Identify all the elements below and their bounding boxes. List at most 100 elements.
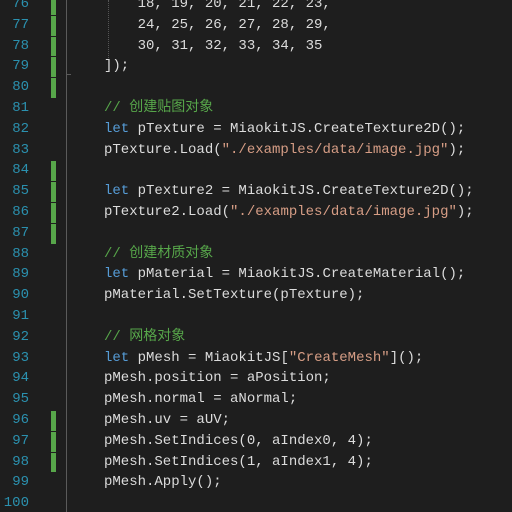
code-text[interactable]: let pMaterial = MiaokitJS.CreateMaterial…	[104, 264, 465, 285]
comment-token: // 创建材质对象	[104, 245, 214, 262]
line-number: 97	[12, 432, 29, 449]
code-token: ]);	[104, 58, 130, 75]
line-number: 77	[12, 16, 29, 33]
code-token: pMesh.SetIndices(0, aIndex0, 4);	[104, 432, 373, 449]
line-number: 87	[12, 224, 29, 241]
code-token: pMesh.normal = aNormal;	[104, 391, 298, 408]
code-token: pMesh.position = aPosition;	[104, 370, 331, 387]
line-number: 90	[12, 287, 29, 304]
code-text[interactable]: 24, 25, 26, 27, 28, 29,	[104, 15, 331, 36]
keyword-token: let	[104, 266, 130, 283]
code-text[interactable]: let pTexture2 = MiaokitJS.CreateTexture2…	[104, 181, 474, 202]
code-token: pTexture = MiaokitJS.CreateTexture2D();	[129, 120, 466, 137]
code-line[interactable]: 83 pTexture.Load("./examples/data/image.j…	[0, 140, 512, 161]
code-token: 24, 25, 26, 27, 28, 29,	[104, 16, 331, 33]
code-text[interactable]: pMesh.uv = aUV;	[104, 410, 230, 431]
code-line[interactable]: 77 24, 25, 26, 27, 28, 29,	[0, 15, 512, 36]
line-number: 100	[3, 495, 29, 512]
code-text[interactable]: 30, 31, 32, 33, 34, 35	[104, 36, 323, 57]
line-number: 94	[12, 370, 29, 387]
code-text[interactable]: pMaterial.SetTexture(pTexture);	[104, 285, 364, 306]
code-line[interactable]: 100	[0, 493, 512, 512]
line-number: 93	[12, 349, 29, 366]
code-line[interactable]: 97 pMesh.SetIndices(0, aIndex0, 4);	[0, 431, 512, 452]
code-line[interactable]: 78 30, 31, 32, 33, 34, 35	[0, 36, 512, 57]
code-token: pMaterial = MiaokitJS.CreateMaterial();	[129, 266, 466, 283]
code-line[interactable]: 76 18, 19, 20, 21, 22, 23,	[0, 0, 512, 15]
code-token: pTexture2 = MiaokitJS.CreateTexture2D();	[129, 183, 474, 200]
code-text[interactable]: pMesh.position = aPosition;	[104, 368, 331, 389]
code-token: );	[456, 204, 474, 220]
code-token: pMesh = MiaokitJS[	[129, 349, 289, 366]
code-token: pMesh.uv = aUV;	[104, 412, 231, 428]
line-number: 81	[12, 100, 29, 116]
code-line[interactable]: 88 // 创建材质对象	[0, 244, 512, 265]
code-text[interactable]: ]);	[104, 56, 129, 77]
code-line[interactable]: 94 pMesh.position = aPosition;	[0, 368, 512, 389]
code-text[interactable]: let pMesh = MiaokitJS["CreateMesh"]();	[104, 348, 423, 369]
code-text[interactable]: // 创建贴图对象	[104, 98, 213, 119]
code-token: pMesh.Apply();	[104, 474, 222, 491]
code-text[interactable]: pMesh.Apply();	[104, 472, 222, 493]
code-text[interactable]: pTexture.Load("./examples/data/image.jpg…	[104, 140, 465, 161]
code-text[interactable]: pMesh.SetIndices(0, aIndex0, 4);	[104, 431, 373, 452]
keyword-token: let	[104, 183, 130, 200]
code-line[interactable]: 89 let pMaterial = MiaokitJS.CreateMateri…	[0, 264, 512, 285]
line-number: 99	[12, 474, 29, 491]
code-line[interactable]: 81 // 创建贴图对象	[0, 98, 512, 119]
line-number: 84	[12, 162, 29, 179]
code-text[interactable]: pMesh.normal = aNormal;	[104, 389, 297, 410]
code-line[interactable]: 79]);	[0, 56, 512, 77]
code-token: pTexture.Load(	[104, 141, 222, 158]
code-line[interactable]: 93 let pMesh = MiaokitJS["CreateMesh"]();	[0, 348, 512, 369]
code-line[interactable]: 86 pTexture2.Load("./examples/data/image.…	[0, 202, 512, 223]
code-token: 30, 31, 32, 33, 34, 35	[104, 37, 323, 54]
line-number: 85	[12, 183, 29, 200]
code-text[interactable]: 18, 19, 20, 21, 22, 23,	[104, 0, 331, 15]
code-editor[interactable]: 76 18, 19, 20, 21, 22, 23, 77 24, 25, 26,…	[0, 0, 512, 512]
code-line[interactable]: 85 let pTexture2 = MiaokitJS.CreateTextur…	[0, 181, 512, 202]
code-line[interactable]: 84	[0, 160, 512, 181]
code-text[interactable]: let pTexture = MiaokitJS.CreateTexture2D…	[104, 119, 465, 140]
code-line[interactable]: 98 pMesh.SetIndices(1, aIndex1, 4);	[0, 452, 512, 473]
comment-token: // 网格对象	[104, 328, 186, 345]
line-number: 82	[12, 120, 29, 137]
line-number: 86	[12, 204, 29, 220]
line-number: 96	[12, 412, 29, 428]
code-line[interactable]: 87	[0, 223, 512, 244]
line-number: 80	[12, 79, 29, 96]
code-token: pMaterial.SetTexture(pTexture);	[104, 287, 365, 304]
line-number: 88	[12, 245, 29, 262]
string-token: "./examples/data/image.jpg"	[230, 204, 457, 220]
line-number: 98	[12, 453, 29, 470]
code-line[interactable]: 92 // 网格对象	[0, 327, 512, 348]
keyword-token: let	[104, 120, 130, 137]
line-number: 95	[12, 391, 29, 408]
code-line[interactable]: 96 pMesh.uv = aUV;	[0, 410, 512, 431]
code-token: );	[448, 141, 466, 158]
line-number: 76	[12, 0, 29, 12]
code-line[interactable]: 95 pMesh.normal = aNormal;	[0, 389, 512, 410]
code-token: 18, 19, 20, 21, 22, 23,	[104, 0, 331, 12]
code-text[interactable]: pTexture2.Load("./examples/data/image.jp…	[104, 202, 474, 223]
line-number: 78	[12, 37, 29, 54]
code-text[interactable]: // 网格对象	[104, 327, 185, 348]
line-number: 89	[12, 266, 29, 283]
keyword-token: let	[104, 349, 130, 366]
code-text[interactable]: // 创建材质对象	[104, 244, 213, 265]
code-line[interactable]: 99 pMesh.Apply();	[0, 472, 512, 493]
code-line[interactable]: 91	[0, 306, 512, 327]
string-token: "./examples/data/image.jpg"	[221, 141, 449, 158]
line-number: 83	[12, 141, 29, 158]
line-number: 91	[12, 308, 29, 324]
code-text[interactable]: pMesh.SetIndices(1, aIndex1, 4);	[104, 452, 373, 473]
code-line[interactable]: 90 pMaterial.SetTexture(pTexture);	[0, 285, 512, 306]
comment-token: // 创建贴图对象	[104, 100, 214, 116]
code-line[interactable]: 80	[0, 77, 512, 98]
code-token: pMesh.SetIndices(1, aIndex1, 4);	[104, 453, 373, 470]
code-token: pTexture2.Load(	[104, 204, 231, 220]
line-number: 92	[12, 328, 29, 345]
code-line[interactable]: 82 let pTexture = MiaokitJS.CreateTexture…	[0, 119, 512, 140]
line-number: 79	[12, 58, 29, 75]
code-token: ]();	[389, 349, 424, 366]
